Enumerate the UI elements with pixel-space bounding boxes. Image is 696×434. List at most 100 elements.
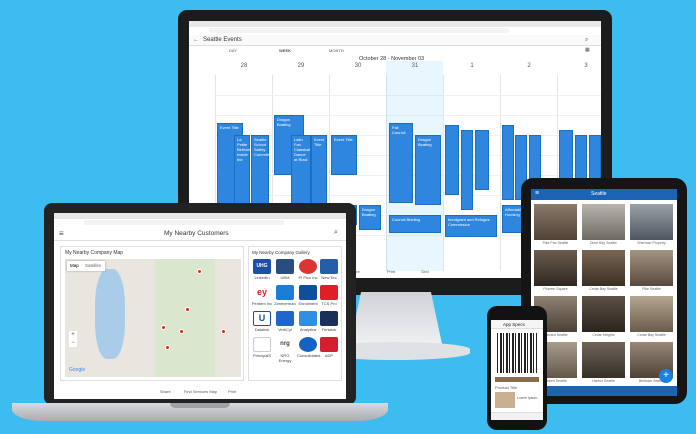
company-logo[interactable] bbox=[299, 311, 317, 326]
gallery-app-window: ≡ Seattle Pike Pac Seattle Drive Bay Sea… bbox=[531, 189, 677, 396]
calendar-event[interactable]: Dragon Boating bbox=[359, 205, 381, 230]
company-label: PI Pico Inc bbox=[298, 275, 318, 280]
calendar-event[interactable]: Event Title bbox=[331, 135, 357, 175]
app-title: App Specs bbox=[503, 322, 525, 327]
print-button[interactable]: Print bbox=[228, 389, 236, 394]
calendar-icon[interactable]: ▦ bbox=[585, 47, 590, 53]
search-icon[interactable]: ⌕ bbox=[585, 37, 588, 44]
calendar-event[interactable]: Event Title bbox=[311, 135, 327, 205]
gallery-tile[interactable] bbox=[582, 296, 625, 332]
map-pin[interactable] bbox=[165, 345, 170, 350]
day-header[interactable]: 29 bbox=[286, 63, 316, 69]
calendar-event[interactable] bbox=[475, 130, 489, 190]
menu-icon[interactable]: ≡ bbox=[59, 229, 64, 238]
menu-icon[interactable]: ≡ bbox=[535, 190, 539, 197]
company-logo[interactable] bbox=[253, 337, 271, 352]
calendar-event[interactable]: Latin Fan Classical Dance at Rizal bbox=[291, 135, 311, 205]
map-pin[interactable] bbox=[185, 307, 190, 312]
company-logo[interactable]: nrg bbox=[276, 337, 294, 352]
address-bar[interactable] bbox=[84, 220, 284, 225]
calendar-event[interactable]: Fall Council bbox=[389, 123, 413, 203]
zoom-control[interactable]: + − bbox=[69, 331, 77, 347]
company-logo[interactable]: UHG bbox=[253, 259, 271, 274]
company-label: LinkedIn bbox=[254, 275, 270, 280]
day-header[interactable]: 2 bbox=[514, 63, 544, 69]
bottom-nav: Share Find Services Map Print bbox=[154, 385, 254, 397]
gallery-tile[interactable] bbox=[630, 204, 673, 240]
company-logo[interactable] bbox=[299, 285, 317, 300]
tab-week[interactable]: WEEK bbox=[279, 48, 291, 53]
company-logo[interactable] bbox=[299, 337, 317, 352]
company-label: Datalink bbox=[254, 327, 270, 332]
calendar-event[interactable]: Immigrant and Refugee Commission bbox=[445, 215, 497, 237]
company-logo[interactable] bbox=[320, 337, 338, 352]
calendar-event[interactable] bbox=[461, 130, 473, 210]
company-logo[interactable] bbox=[299, 259, 317, 274]
gallery-tile[interactable] bbox=[582, 342, 625, 378]
day-header[interactable]: 28 bbox=[229, 63, 259, 69]
calendar-event[interactable]: Council Briefing bbox=[389, 215, 441, 233]
satellite-tab[interactable]: Satellite bbox=[85, 263, 101, 268]
company-logo[interactable] bbox=[276, 311, 294, 326]
tab-month[interactable]: MONTH bbox=[329, 48, 344, 53]
share-button[interactable]: Share bbox=[160, 389, 171, 394]
calendar-event[interactable] bbox=[502, 125, 514, 200]
product-line: Lorem Ipsum bbox=[517, 396, 538, 400]
map-pin[interactable] bbox=[161, 325, 166, 330]
company-logo[interactable] bbox=[320, 285, 338, 300]
map-pin[interactable] bbox=[221, 329, 226, 334]
map-view[interactable]: Map Satellite + − Google bbox=[65, 259, 241, 377]
phone: App Specs Product Title Lorem Ipsum bbox=[487, 306, 547, 430]
tile-caption: Cedar Heights bbox=[592, 333, 615, 337]
map-pin[interactable] bbox=[197, 269, 202, 274]
print-button[interactable]: Print bbox=[387, 269, 395, 274]
day-header[interactable]: 3 bbox=[571, 63, 601, 69]
day-header[interactable]: 30 bbox=[343, 63, 373, 69]
gallery-tile[interactable] bbox=[534, 204, 577, 240]
add-fab-button[interactable]: + bbox=[659, 369, 673, 383]
map-tab[interactable]: Map bbox=[70, 263, 79, 268]
company-logo[interactable] bbox=[320, 259, 338, 274]
calendar-event[interactable]: Dragon Boating bbox=[415, 135, 441, 205]
calendar-event[interactable] bbox=[445, 125, 459, 195]
company-logo[interactable] bbox=[320, 311, 338, 326]
app-title: Seattle Events bbox=[203, 37, 242, 43]
company-logo[interactable]: ey bbox=[253, 285, 271, 300]
company-logo[interactable] bbox=[276, 285, 294, 300]
product-thumbnail[interactable] bbox=[495, 392, 515, 408]
gallery-tile[interactable] bbox=[630, 250, 673, 286]
gallery-card: My Nearby Company Gallery UHG LinkedIn U… bbox=[248, 246, 342, 381]
browser-tab-bar bbox=[54, 213, 346, 219]
app-title: My Nearby Customers bbox=[164, 230, 229, 237]
gallery-tile[interactable] bbox=[630, 296, 673, 332]
grid-button[interactable]: Grid bbox=[421, 269, 429, 274]
calendar-event[interactable] bbox=[529, 135, 541, 180]
app-header: ≡ My Nearby Customers ⌕ bbox=[54, 227, 346, 241]
product-caption: Product Title bbox=[495, 385, 518, 390]
bottom-nav bbox=[491, 412, 543, 420]
calendar-event[interactable]: Seattle School Safety Committee bbox=[251, 135, 273, 213]
company-logo[interactable]: U bbox=[253, 311, 271, 326]
company-label: Fenwick bbox=[321, 327, 337, 332]
gallery-tile[interactable] bbox=[582, 204, 625, 240]
find-services-button[interactable]: Find Services Map bbox=[184, 389, 217, 394]
app-header: App Specs bbox=[491, 320, 543, 329]
back-arrow-icon[interactable]: ← bbox=[193, 37, 199, 43]
tab-day[interactable]: DAY bbox=[229, 48, 237, 53]
company-logo[interactable] bbox=[276, 259, 294, 274]
gallery-tile[interactable] bbox=[582, 250, 625, 286]
company-label: Pentem Inc bbox=[251, 301, 273, 306]
company-label: NRG Energy bbox=[278, 353, 292, 363]
map-card: My Nearby Company Map Map Satellite + − G… bbox=[60, 246, 244, 381]
monitor-stand-neck bbox=[350, 292, 442, 344]
address-bar[interactable] bbox=[209, 28, 509, 33]
laptop-notch bbox=[170, 403, 230, 408]
map-card-title: My Nearby Company Map bbox=[65, 250, 124, 256]
laptop: ≡ My Nearby Customers ⌕ My Nearby Compan… bbox=[44, 203, 356, 405]
map-pin[interactable] bbox=[179, 329, 184, 334]
product-bar bbox=[495, 377, 539, 382]
tile-caption: Drive Bay Seattle bbox=[589, 241, 618, 245]
day-header[interactable]: 1 bbox=[457, 63, 487, 69]
search-icon[interactable]: ⌕ bbox=[334, 229, 338, 237]
gallery-tile[interactable] bbox=[534, 250, 577, 286]
